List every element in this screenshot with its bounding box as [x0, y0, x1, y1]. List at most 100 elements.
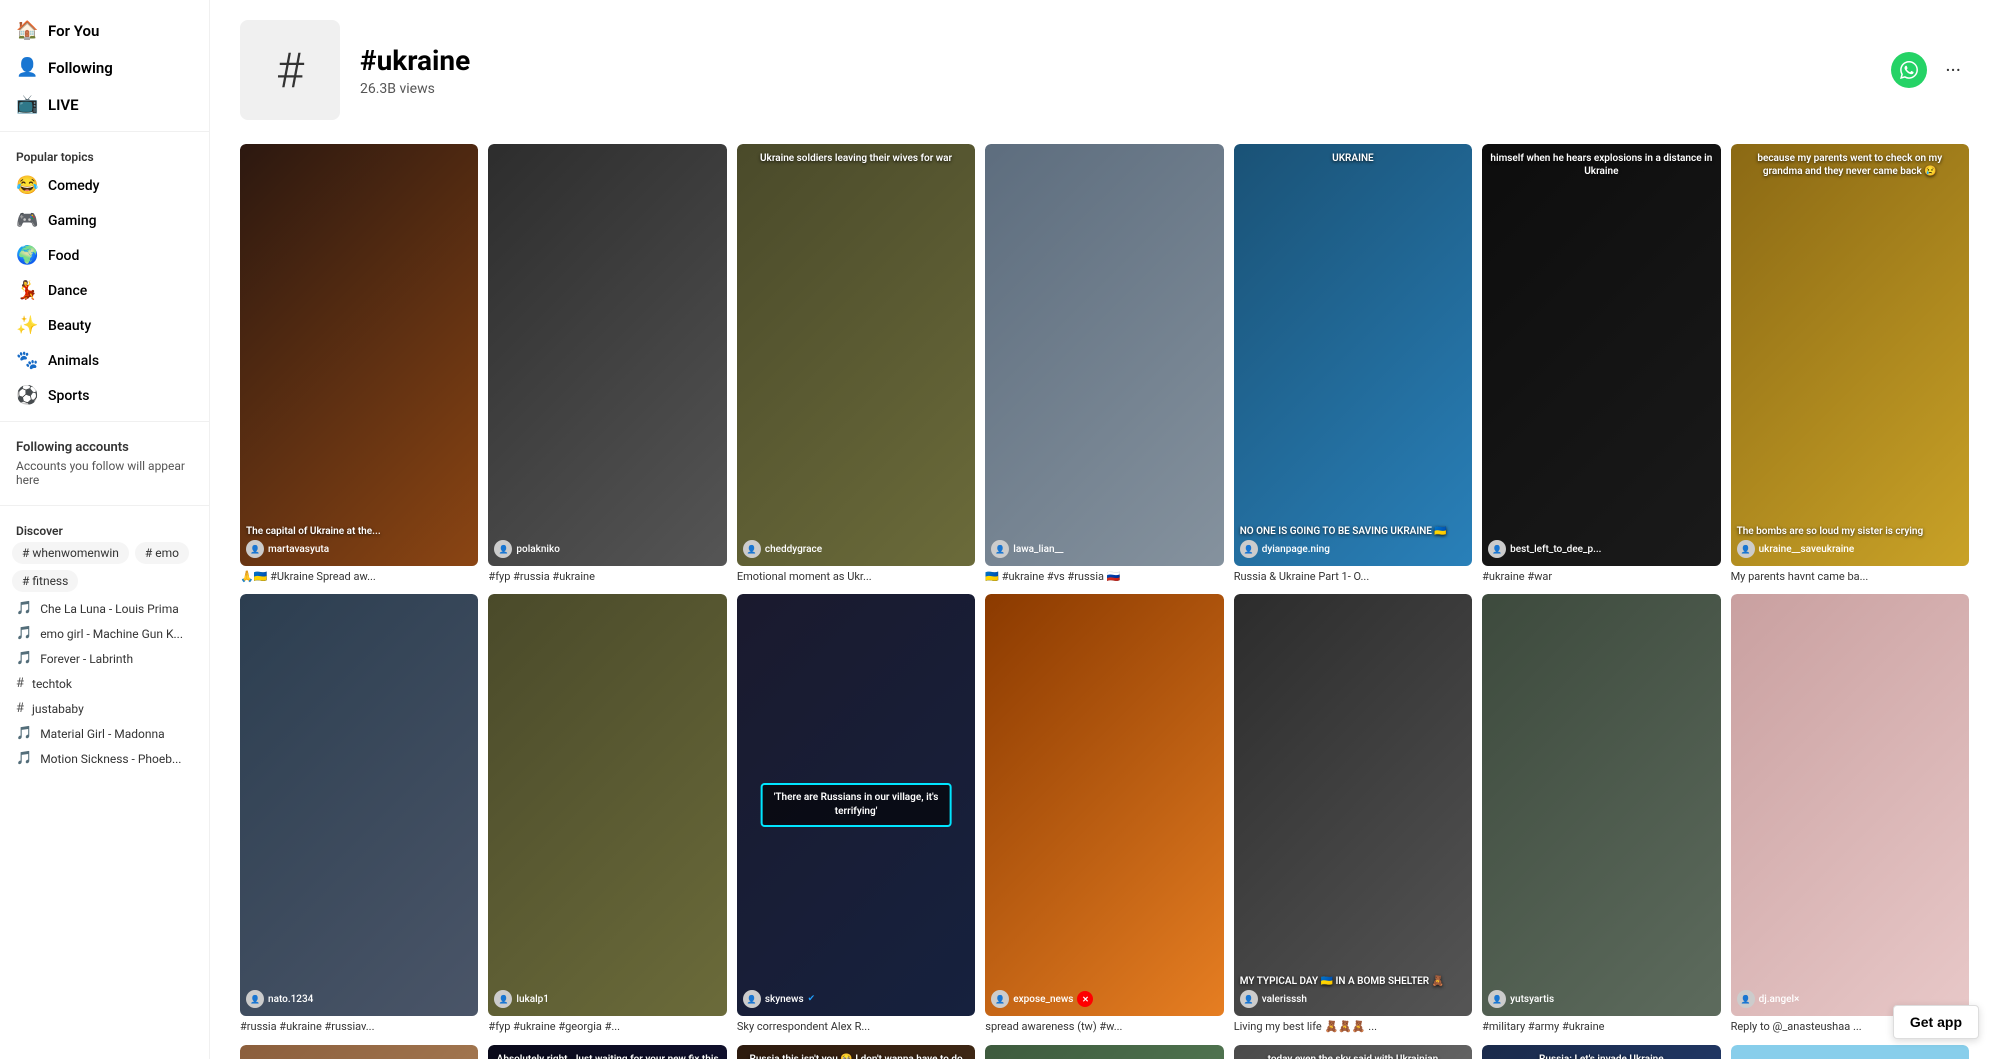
get-app-button[interactable]: Get app: [1893, 1005, 1979, 1039]
video-username: lawa_lian__: [1013, 544, 1063, 555]
discover-song-material-girl[interactable]: 🎵Material Girl - Madonna: [0, 721, 209, 746]
video-card[interactable]: 👤 user21: [1731, 1045, 1969, 1059]
video-caption: #military #army #ukraine: [1482, 1020, 1720, 1034]
song-label: Material Girl - Madonna: [40, 727, 164, 741]
video-card[interactable]: 👤 expose_news ✕ spread awareness (tw) #w…: [985, 594, 1223, 1034]
sidebar-item-live[interactable]: 📺 LIVE: [0, 86, 209, 123]
video-user: 👤 dj.angel×: [1737, 990, 1800, 1008]
food-icon: 🌍: [16, 245, 38, 266]
video-thumb-inner: [1731, 1045, 1969, 1059]
sidebar-nav: 🏠 For You 👤 Following 📺 LIVE: [0, 12, 209, 123]
video-thumb-inner: [240, 144, 478, 566]
video-thumb-inner: [737, 144, 975, 566]
video-card[interactable]: 👤 lawa_lian__ 🇺🇦 #ukraine #vs #russia 🇷🇺: [985, 144, 1223, 584]
video-card[interactable]: Russia: Let's invade UkraineMe asf: 👤 us…: [1482, 1045, 1720, 1059]
video-card[interactable]: The capital of Ukraine at the... 👤 marta…: [240, 144, 478, 584]
video-thumb-inner: [985, 144, 1223, 566]
video-card[interactable]: 👤 nato.1234 #russia #ukraine #russiav...: [240, 594, 478, 1034]
video-card[interactable]: 👤 user18: [985, 1045, 1223, 1059]
song-label: justababy: [32, 702, 84, 716]
video-avatar: 👤: [494, 990, 512, 1008]
sidebar-item-label-live: LIVE: [48, 96, 79, 114]
sidebar-item-sports[interactable]: ⚽Sports: [0, 378, 209, 413]
sidebar-item-comedy[interactable]: 😂Comedy: [0, 168, 209, 203]
video-avatar: 👤: [1240, 540, 1258, 558]
video-card[interactable]: himself when he hears explosions in a di…: [1482, 144, 1720, 584]
video-card[interactable]: UKRAINENO ONE IS GOING TO BE SAVING UKRA…: [1234, 144, 1472, 584]
discover-song-techtok[interactable]: #techtok: [0, 671, 209, 696]
video-username: ukraine__saveukraine: [1759, 544, 1855, 555]
hashtag-title: #ukraine: [360, 44, 1871, 77]
video-username: yutsyartis: [1510, 994, 1554, 1005]
video-thumbnail: 'There are Russians in our village, it's…: [737, 594, 975, 1016]
video-card[interactable]: Absolutely right. Just waiting for your …: [488, 1045, 726, 1059]
video-overlay-top: himself when he hears explosions in a di…: [1482, 152, 1720, 178]
discover-song-forever[interactable]: 🎵 Forever - Labrinth: [0, 646, 209, 671]
song-label: Che La Luna - Louis Prima: [40, 602, 179, 616]
video-caption: #ukraine #war: [1482, 570, 1720, 584]
video-overlay-top: Russia this isn't you 🥺 I don't wanna ha…: [737, 1053, 975, 1059]
discover-song-che-la-luna[interactable]: 🎵Che La Luna - Louis Prima: [0, 596, 209, 621]
discover-tag-whenwomenwin[interactable]: # whenwomenwin: [12, 542, 129, 564]
more-options-button[interactable]: ···: [1937, 54, 1969, 86]
video-caption: Sky correspondent Alex R...: [737, 1020, 975, 1034]
whatsapp-button[interactable]: [1891, 52, 1927, 88]
video-thumbnail: himself when he hears explosions in a di…: [1482, 144, 1720, 566]
discover-song-justababy[interactable]: #justababy: [0, 696, 209, 721]
music-icon: 🎵: [16, 626, 32, 641]
discover-tag-fitness[interactable]: # fitness: [12, 570, 78, 592]
video-card[interactable]: Russia this isn't you 🥺 I don't wanna ha…: [737, 1045, 975, 1059]
sidebar-item-gaming[interactable]: 🎮Gaming: [0, 203, 209, 238]
video-card[interactable]: 👤 dj.angel× Reply to @_anasteushaa ...: [1731, 594, 1969, 1034]
hashtag-header: # #ukraine 26.3B views ···: [240, 20, 1969, 120]
discover-song-emo-girl[interactable]: 🎵emo girl - Machine Gun K...: [0, 621, 209, 646]
video-user: 👤 cheddygrace: [743, 540, 822, 558]
video-card[interactable]: 👤 yutsyartis #military #army #ukraine: [1482, 594, 1720, 1034]
hashtag-symbol: #: [276, 42, 304, 99]
video-caption: My parents havnt came ba...: [1731, 570, 1969, 584]
music-icon: 🎵: [16, 651, 32, 666]
video-thumbnail: The capital of Ukraine at the... 👤 marta…: [240, 144, 478, 566]
sidebar: 🏠 For You 👤 Following 📺 LIVE Popular top…: [0, 0, 210, 1059]
sidebar-topics: 😂Comedy🎮Gaming 🌍 Food 💃Dance✨Beauty🐾Animals…: [0, 168, 209, 413]
video-card[interactable]: today even the sky said with Ukrainian 👤…: [1234, 1045, 1472, 1059]
video-user: 👤 polakniko: [494, 540, 559, 558]
video-caption: #fyp #ukraine #georgia #...: [488, 1020, 726, 1034]
video-thumb-inner: [488, 144, 726, 566]
sidebar-item-animals[interactable]: 🐾Animals: [0, 343, 209, 378]
video-thumb-inner: [1234, 144, 1472, 566]
video-card[interactable]: 'There are Russians in our village, it's…: [737, 594, 975, 1034]
video-overlay-top: today even the sky said with Ukrainian: [1234, 1053, 1472, 1059]
sidebar-item-following[interactable]: 👤 Following: [0, 49, 209, 86]
video-overlay-bottom: NO ONE IS GOING TO BE SAVING UKRAINE 🇺🇦: [1240, 525, 1466, 538]
video-avatar: 👤: [246, 990, 264, 1008]
video-card[interactable]: 👤 lukalp1 #fyp #ukraine #georgia #...: [488, 594, 726, 1034]
sidebar-item-dance[interactable]: 💃Dance: [0, 273, 209, 308]
discover-title: Discover: [0, 514, 209, 542]
video-avatar: 👤: [991, 540, 1009, 558]
video-card[interactable]: 👤 user15: [240, 1045, 478, 1059]
video-card[interactable]: Ukraine soldiers leaving their wives for…: [737, 144, 975, 584]
sidebar-item-beauty[interactable]: ✨Beauty: [0, 308, 209, 343]
video-card[interactable]: because my parents went to check on my g…: [1731, 144, 1969, 584]
song-label: Motion Sickness - Phoeb...: [40, 752, 181, 766]
video-card[interactable]: 👤 polakniko #fyp #russia #ukraine: [488, 144, 726, 584]
video-thumbnail: Russia this isn't you 🥺 I don't wanna ha…: [737, 1045, 975, 1059]
sidebar-item-food[interactable]: 🌍 Food: [0, 238, 209, 273]
video-thumb-inner: [1482, 594, 1720, 1016]
video-thumbnail: 👤 expose_news ✕: [985, 594, 1223, 1016]
hashtag-icon: #: [16, 676, 24, 691]
video-card[interactable]: MY TYPICAL DAY 🇺🇦 IN A BOMB SHELTER 🧸 👤 …: [1234, 594, 1472, 1034]
sidebar-item-for-you[interactable]: 🏠 For You: [0, 12, 209, 49]
sidebar-following-accounts: Following accounts Accounts you follow w…: [0, 430, 209, 497]
discover-tag-emo[interactable]: # emo: [135, 542, 189, 564]
sidebar-topic-label-food: Food: [48, 248, 79, 264]
video-overlay-top: Ukraine soldiers leaving their wives for…: [737, 152, 975, 165]
person-icon: 👤: [16, 57, 38, 78]
video-user: 👤 yutsyartis: [1488, 990, 1554, 1008]
video-thumbnail: because my parents went to check on my g…: [1731, 144, 1969, 566]
discover-song-motion-sickness[interactable]: 🎵Motion Sickness - Phoeb...: [0, 746, 209, 771]
song-label: Forever - Labrinth: [40, 652, 133, 666]
video-thumbnail: UKRAINENO ONE IS GOING TO BE SAVING UKRA…: [1234, 144, 1472, 566]
sidebar-topic-label-dance: Dance: [48, 283, 87, 299]
